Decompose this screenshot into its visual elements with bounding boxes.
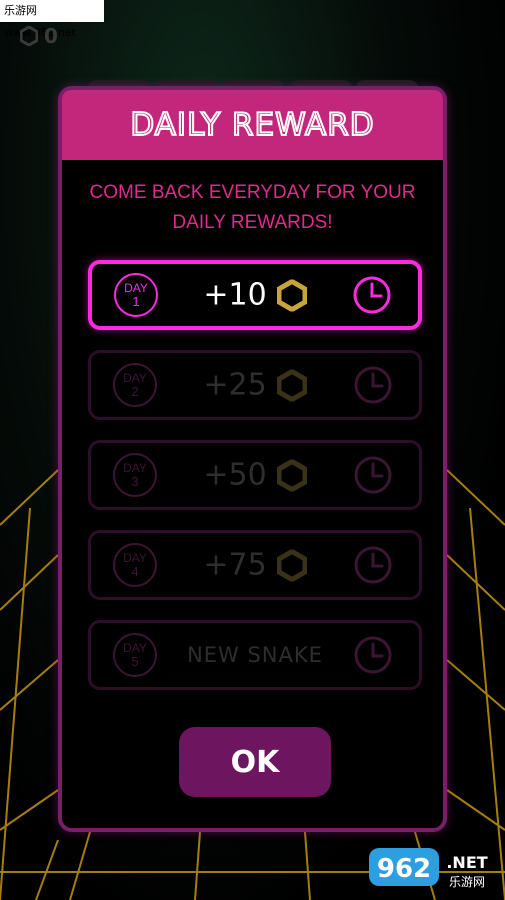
hexagon-coin-icon	[276, 279, 307, 311]
site-watermark: 乐游网 www.962.net	[0, 0, 104, 39]
reward-amount: +25	[203, 367, 267, 403]
ok-button[interactable]: OK	[179, 727, 331, 797]
reward-amount: +75	[203, 547, 267, 583]
reward-row-day-5: DAY 5 NEW SNAKE	[88, 620, 422, 690]
hexagon-coin-icon	[276, 549, 307, 581]
svg-text:962: 962	[377, 854, 431, 884]
962-net-logo: 962 .NET 乐游网	[369, 848, 488, 889]
daily-reward-dialog: DAILY REWARD COME BACK EVERYDAY FOR YOUR…	[58, 86, 447, 832]
hexagon-icon	[20, 26, 38, 46]
hexagon-coin-icon	[276, 459, 307, 491]
clock-icon	[354, 456, 392, 494]
reward-row-day-3: DAY 3 +50	[88, 440, 422, 510]
reward-amount: +10	[203, 277, 267, 313]
dialog-subtitle: COME BACK EVERYDAY FOR YOUR DAILY REWARD…	[62, 178, 443, 238]
reward-row-day-4: DAY 4 +75	[88, 530, 422, 600]
svg-text:乐游网: 乐游网	[449, 875, 485, 889]
reward-row-day-1[interactable]: DAY 1 +10	[88, 260, 422, 330]
coin-count: 0	[44, 24, 58, 48]
svg-text:.NET: .NET	[446, 853, 487, 872]
reward-amount: NEW SNAKE	[187, 643, 323, 667]
reward-amount: +50	[203, 457, 267, 493]
dialog-title: DAILY REWARD	[129, 106, 375, 144]
clock-icon	[354, 546, 392, 584]
clock-icon	[354, 636, 392, 674]
clock-icon	[354, 366, 392, 404]
dialog-header: DAILY REWARD	[62, 90, 443, 160]
hexagon-coin-icon	[276, 369, 307, 401]
subtitle-line: DAILY REWARDS!	[172, 212, 333, 233]
clock-icon	[353, 276, 391, 314]
reward-row-day-2: DAY 2 +25	[88, 350, 422, 420]
coin-counter: 0	[20, 24, 58, 48]
subtitle-line: COME BACK EVERYDAY FOR YOUR	[89, 182, 416, 203]
